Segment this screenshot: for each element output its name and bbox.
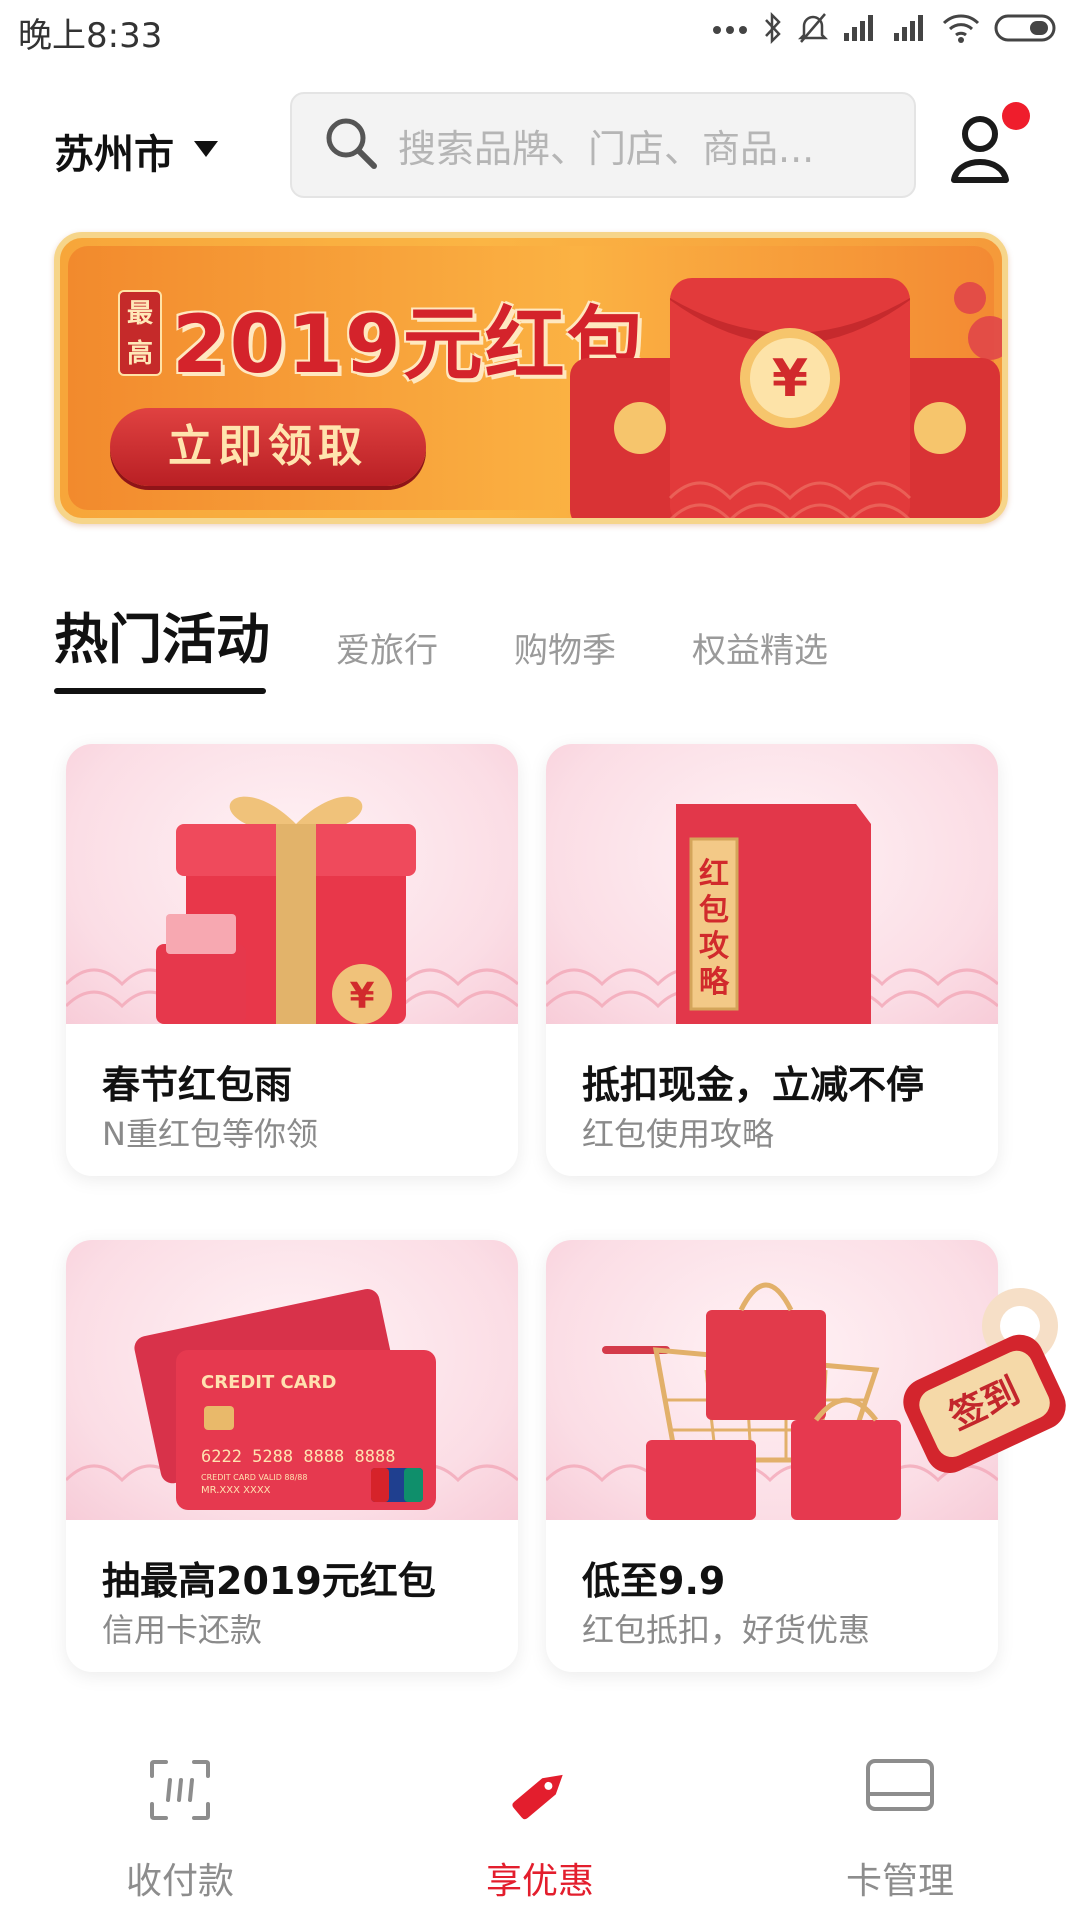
mute-bell-icon: [797, 11, 829, 49]
status-time: 晚上8:33: [18, 16, 163, 56]
wifi-icon: [942, 13, 980, 47]
card-holder-text: MR.XXX XXXX: [201, 1485, 271, 1496]
credit-card-illustration: CREDIT CARD 6222 5288 8888 8888 CREDIT C…: [66, 1240, 518, 1520]
tab-benefits[interactable]: 权益精选: [692, 623, 828, 672]
search-input[interactable]: 搜索品牌、门店、商品...: [290, 92, 916, 198]
search-placeholder: 搜索品牌、门店、商品...: [398, 126, 815, 171]
tab-shopping-season[interactable]: 购物季: [514, 623, 616, 672]
signal-icon-2: [892, 13, 928, 47]
sign-in-floating-button[interactable]: 签到: [890, 1276, 1080, 1476]
tab-hot-events[interactable]: 热门活动: [54, 595, 270, 674]
signal-icon: [842, 13, 878, 47]
promo-banner[interactable]: 最高 2019元红包 立即领取 ¥: [54, 232, 1008, 524]
nav-card-management[interactable]: 卡管理: [790, 1740, 1010, 1910]
more-dots-icon: [712, 21, 748, 40]
tag-icon: [505, 1758, 575, 1832]
card-brand-text: CREDIT CARD: [201, 1372, 337, 1393]
card-title: 抵扣现金，立减不停: [582, 1063, 925, 1107]
caret-down-icon: [192, 139, 220, 163]
nav-discounts[interactable]: 享优惠: [430, 1740, 650, 1910]
header: 苏州市 搜索品牌、门店、商品...: [0, 62, 1080, 222]
status-bar: 晚上8:33: [0, 0, 1080, 62]
bottom-navigation: 收付款 享优惠 卡管理: [0, 1730, 1080, 1920]
nav-label: 收付款: [125, 1861, 234, 1902]
search-icon: [322, 114, 380, 176]
status-icons: [712, 10, 1060, 50]
red-envelope-guide-illustration: 红 包 攻 略: [546, 744, 998, 1024]
user-profile-button[interactable]: [950, 102, 1030, 192]
card-number-text: 6222 5288 8888 8888: [201, 1447, 395, 1467]
gift-box-illustration: ¥: [66, 744, 518, 1024]
card-subtitle: N重红包等你领: [102, 1115, 318, 1153]
svg-text:攻: 攻: [699, 929, 730, 964]
card-title: 春节红包雨: [102, 1063, 293, 1107]
claim-now-button[interactable]: 立即领取: [110, 408, 426, 486]
card-title: 低至9.9: [582, 1559, 726, 1603]
svg-text:包: 包: [699, 893, 729, 928]
card-meta-text: CREDIT CARD VALID 88/88: [201, 1473, 307, 1482]
svg-text:¥: ¥: [772, 349, 808, 409]
red-envelope-illustration: ¥: [452, 238, 1002, 518]
card-spring-red-envelope-rain[interactable]: ¥ 春节红包雨 N重红包等你领: [66, 744, 518, 1176]
bluetooth-icon: [762, 11, 784, 49]
scan-icon: [148, 1758, 212, 1826]
city-selector[interactable]: 苏州市: [54, 122, 220, 180]
category-tabs: 热门活动 爱旅行 购物季 权益精选: [54, 604, 1034, 694]
svg-text:略: 略: [699, 965, 730, 1000]
nav-pay-receive[interactable]: 收付款: [70, 1740, 290, 1910]
card-icon: [865, 1758, 935, 1816]
notification-dot: [1002, 102, 1030, 130]
card-subtitle: 红包使用攻略: [582, 1115, 775, 1153]
banner-tag: 最高: [118, 290, 162, 376]
city-label: 苏州市: [54, 132, 174, 178]
battery-icon: [994, 13, 1060, 47]
tab-travel[interactable]: 爱旅行: [336, 623, 438, 672]
card-cash-deduction[interactable]: 红 包 攻 略 抵扣现金，立减不停 红包使用攻略: [546, 744, 998, 1176]
card-title: 抽最高2019元红包: [102, 1559, 436, 1603]
svg-text:¥: ¥: [349, 976, 374, 1017]
card-subtitle: 信用卡还款: [102, 1611, 263, 1649]
svg-text:红: 红: [699, 857, 729, 892]
nav-label: 享优惠: [485, 1861, 594, 1902]
card-credit-card-repayment[interactable]: CREDIT CARD 6222 5288 8888 8888 CREDIT C…: [66, 1240, 518, 1672]
active-tab-indicator: [54, 688, 266, 694]
nav-label: 卡管理: [845, 1861, 954, 1902]
card-subtitle: 红包抵扣，好货优惠: [582, 1611, 871, 1649]
